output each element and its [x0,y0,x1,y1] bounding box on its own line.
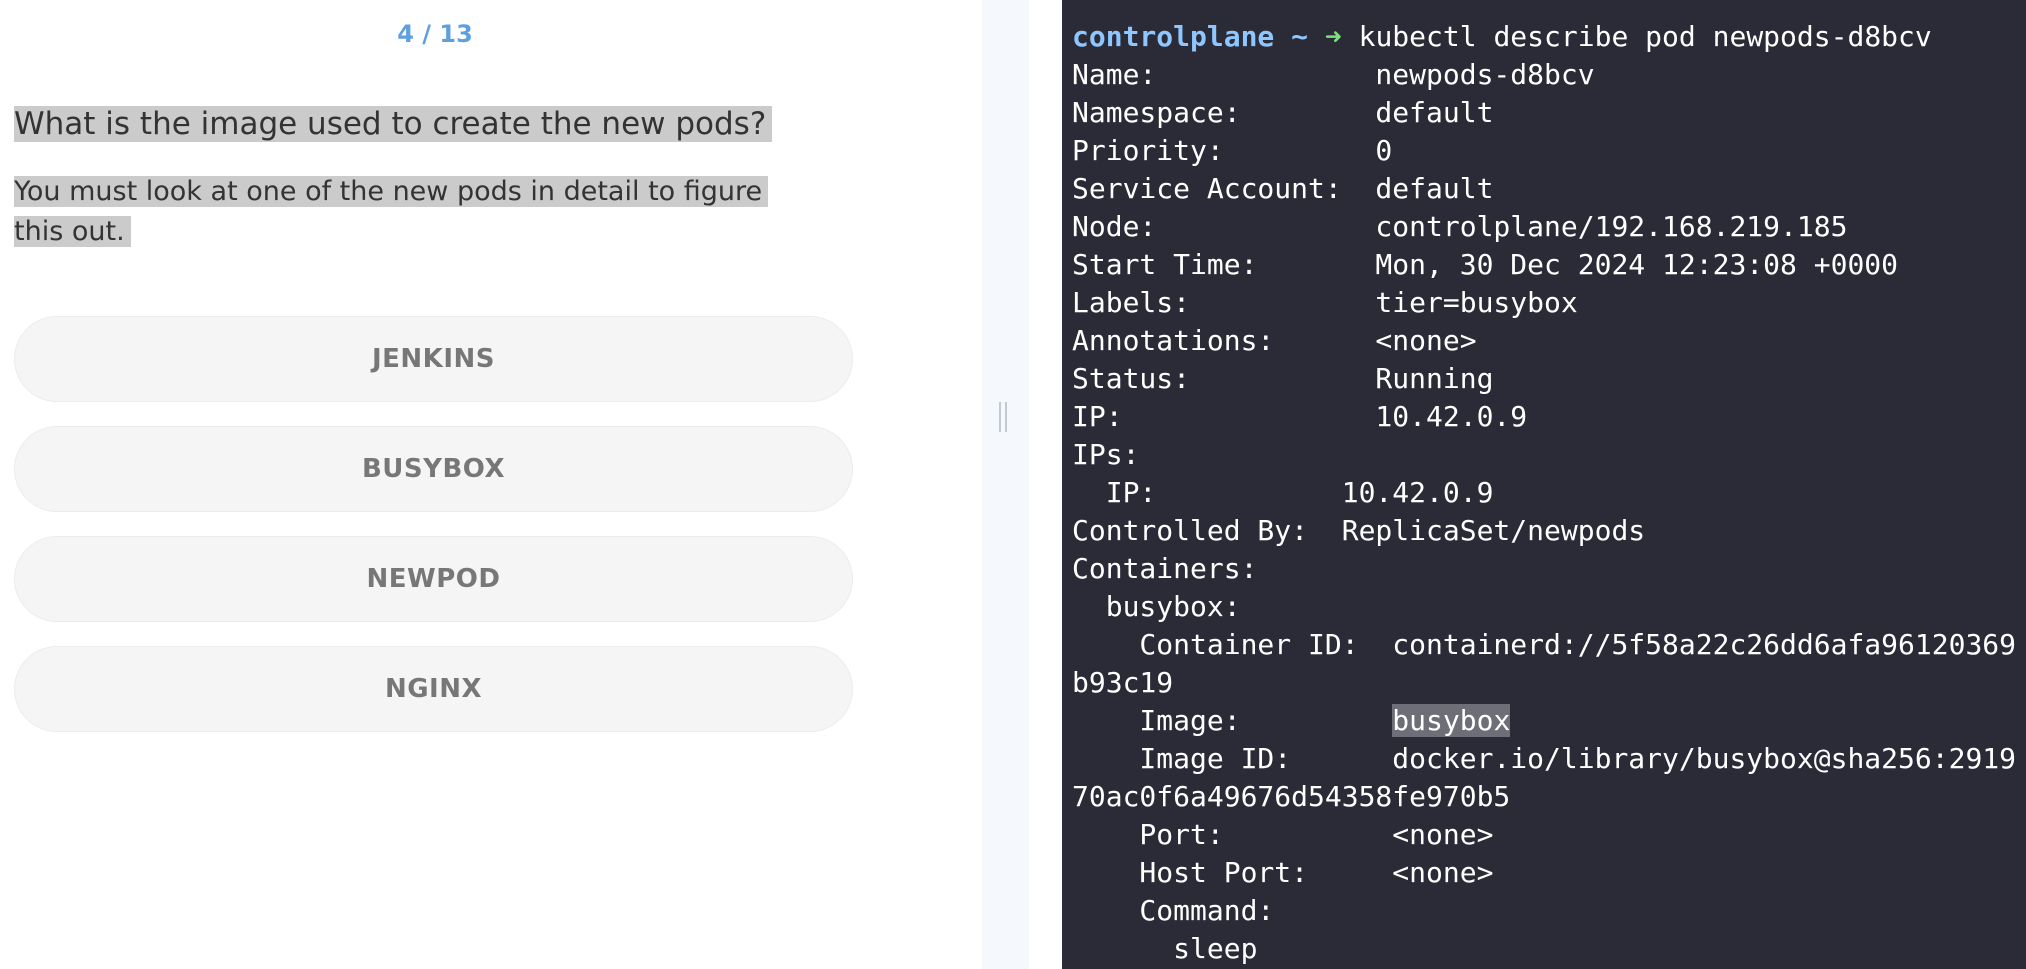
output-line: IPs: [1072,438,1140,471]
panel-resize-handle[interactable] [982,0,1029,969]
output-line: sleep [1072,932,1258,965]
question-highlight: What is the image used to create the new… [14,106,773,142]
output-line: Node: controlplane/192.168.219.185 [1072,210,1848,243]
output-line: Container ID: containerd://5f58a22c26dd6… [1072,628,2017,661]
terminal-command: kubectl describe pod newpods-d8bcv [1358,20,1932,53]
question-hint: You must look at one of the new pods in … [14,172,814,252]
output-line: Command: [1072,894,1275,927]
output-line: 70ac0f6a49676d54358fe970b5 [1072,780,1511,813]
terminal-output: controlplane ~ ➜ kubectl describe pod ne… [1062,0,2026,968]
grip-line-left [999,402,1001,432]
output-line: Name: newpods-d8bcv [1072,58,1595,91]
answer-option-jenkins[interactable]: JENKINS [14,316,853,402]
terminal[interactable]: controlplane ~ ➜ kubectl describe pod ne… [1062,0,2026,969]
output-line: Image ID: docker.io/library/busybox@sha2… [1072,742,2017,775]
output-line: Port: <none> [1072,818,1494,851]
output-line: Service Account: default [1072,172,1494,205]
prompt-arrow-icon: ➜ [1324,20,1342,53]
output-line: Status: Running [1072,362,1494,395]
output-line: Start Time: Mon, 30 Dec 2024 12:23:08 +0… [1072,248,1899,281]
output-line: busybox: [1072,590,1241,623]
image-value-selected: busybox [1392,704,1511,737]
output-block-after: Image ID: docker.io/library/busybox@sha2… [1072,740,2026,968]
question-text: What is the image used to create the new… [14,102,773,146]
image-label: Image: [1072,704,1393,737]
output-line: Namespace: default [1072,96,1494,129]
answer-option-nginx[interactable]: NGINX [14,646,853,732]
output-line: Priority: 0 [1072,134,1393,167]
output-line: IP: 10.42.0.9 [1072,476,1494,509]
output-line: Annotations: <none> [1072,324,1477,357]
output-line: b93c19 [1072,666,1174,699]
output-line: Controlled By: ReplicaSet/newpods [1072,514,1646,547]
grip-line-right [1005,402,1007,432]
question-progress: 4 / 13 [397,20,473,48]
output-line: Containers: [1072,552,1258,585]
output-line: Labels: tier=busybox [1072,286,1578,319]
terminal-prompt: controlplane ~ [1072,20,1309,53]
hint-highlight: You must look at one of the new pods in … [14,176,769,247]
quiz-panel: 4 / 13 What is the image used to create … [0,0,982,969]
answer-option-busybox[interactable]: BUSYBOX [14,426,853,512]
answer-option-newpod[interactable]: NEWPOD [14,536,853,622]
terminal-prompt-line: controlplane ~ ➜ kubectl describe pod ne… [1072,18,2026,56]
output-block: Name: newpods-d8bcv Namespace: default Pri… [1072,56,2026,702]
output-line-image: Image: busybox [1072,702,2026,740]
output-line: IP: 10.42.0.9 [1072,400,1528,433]
output-line: Host Port: <none> [1072,856,1494,889]
answer-options: JENKINS BUSYBOX NEWPOD NGINX [14,316,853,756]
